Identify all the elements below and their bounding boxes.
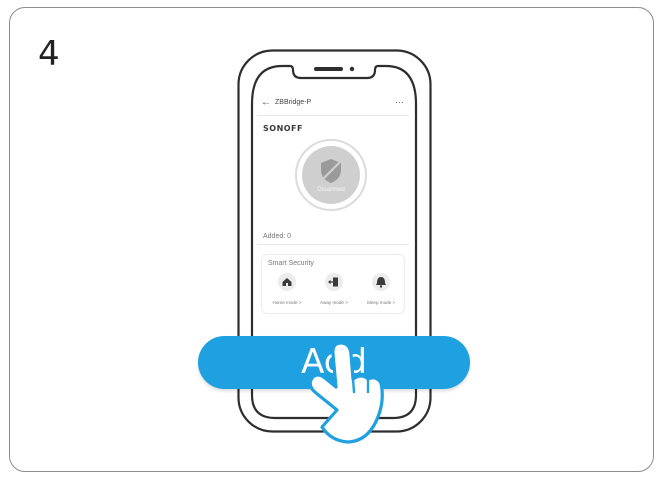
hand-pointer-icon [308,341,384,444]
